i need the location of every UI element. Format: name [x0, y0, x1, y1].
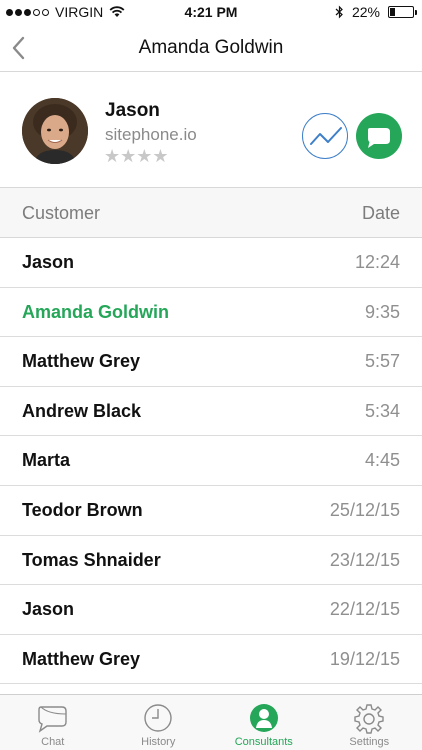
list-item[interactable]: Marta 4:45 — [0, 436, 422, 486]
battery-icon — [388, 6, 417, 18]
trend-line-icon — [310, 127, 342, 145]
list-item[interactable]: Jason 22/12/15 — [0, 585, 422, 635]
list-item[interactable]: Amanda Goldwin 9:35 — [0, 288, 422, 338]
tab-chat[interactable]: Chat — [0, 695, 106, 750]
conversation-date: 5:57 — [364, 351, 400, 372]
list-item[interactable]: Matthew Grey 5:57 — [0, 337, 422, 387]
person-icon — [249, 704, 278, 732]
tab-settings[interactable]: Settings — [317, 695, 422, 750]
tab-label: Chat — [41, 736, 65, 748]
customer-name: Matthew Grey — [22, 351, 141, 372]
tab-label: Settings — [349, 736, 390, 748]
battery-level — [390, 8, 395, 16]
avatar-photo — [22, 98, 88, 164]
conversation-date: 23/12/15 — [329, 549, 400, 570]
page-title: Amanda Goldwin — [138, 37, 284, 58]
list-item[interactable]: Jason 12:24 — [0, 238, 422, 288]
conversation-date: 25/12/15 — [329, 499, 400, 520]
statistics-button[interactable] — [302, 113, 348, 159]
gear-icon — [354, 704, 384, 734]
conversation-date: 4:45 — [364, 450, 400, 471]
list-item[interactable]: Matthew Grey 19/12/15 — [0, 635, 422, 685]
column-header-date: Date — [361, 203, 400, 223]
conversation-date: 22/12/15 — [329, 599, 400, 620]
chat-bubble-icon — [368, 128, 390, 148]
rating-stars: ★★★★ — [104, 146, 169, 166]
tab-history[interactable]: History — [106, 695, 212, 750]
customer-name: Teodor Brown — [22, 499, 143, 520]
customer-name: Jason — [22, 252, 75, 272]
conversation-date: 12:24 — [354, 252, 400, 272]
conversation-date: 9:35 — [364, 301, 400, 322]
chat-bubble-icon — [38, 706, 67, 733]
tab-bar: Chat History Consultants Settings — [0, 694, 422, 750]
consultant-profile: Jason sitephone.io ★★★★ — [0, 73, 422, 188]
status-right: 22% — [335, 4, 417, 20]
status-bar: VIRGIN 4:21 PM 22% — [0, 0, 422, 24]
conversation-date: 19/12/15 — [329, 648, 400, 669]
list-item[interactable]: Teodor Brown 25/12/15 — [0, 486, 422, 536]
tab-label: History — [141, 736, 176, 748]
tab-consultants[interactable]: Consultants — [211, 695, 317, 750]
customer-name: Matthew Grey — [22, 648, 141, 669]
list-item[interactable]: Andrew Black 5:34 — [0, 387, 422, 437]
customer-name: Amanda Goldwin — [22, 301, 170, 322]
customer-name: Tomas Shnaider — [22, 549, 161, 570]
battery-percent: 22% — [351, 4, 380, 20]
customer-name: Marta — [22, 450, 71, 471]
customer-name: Jason — [22, 599, 75, 620]
customer-list: Jason 12:24 Amanda Goldwin 9:35 Matthew … — [0, 238, 422, 685]
navigation-bar: Amanda Goldwin — [0, 24, 422, 72]
customer-name: Andrew Black — [22, 400, 142, 421]
table-header: Customer Date — [0, 188, 422, 238]
consultant-name: Jason — [105, 100, 160, 121]
start-chat-button[interactable] — [356, 113, 402, 159]
column-header-customer: Customer — [22, 203, 101, 223]
conversation-date: 5:34 — [364, 400, 400, 421]
bluetooth-icon — [335, 5, 343, 19]
list-item[interactable]: Tomas Shnaider 23/12/15 — [0, 536, 422, 586]
clock-icon — [144, 704, 172, 732]
tab-label: Consultants — [234, 736, 293, 748]
consultant-website: sitephone.io — [105, 125, 197, 144]
avatar — [22, 98, 88, 164]
